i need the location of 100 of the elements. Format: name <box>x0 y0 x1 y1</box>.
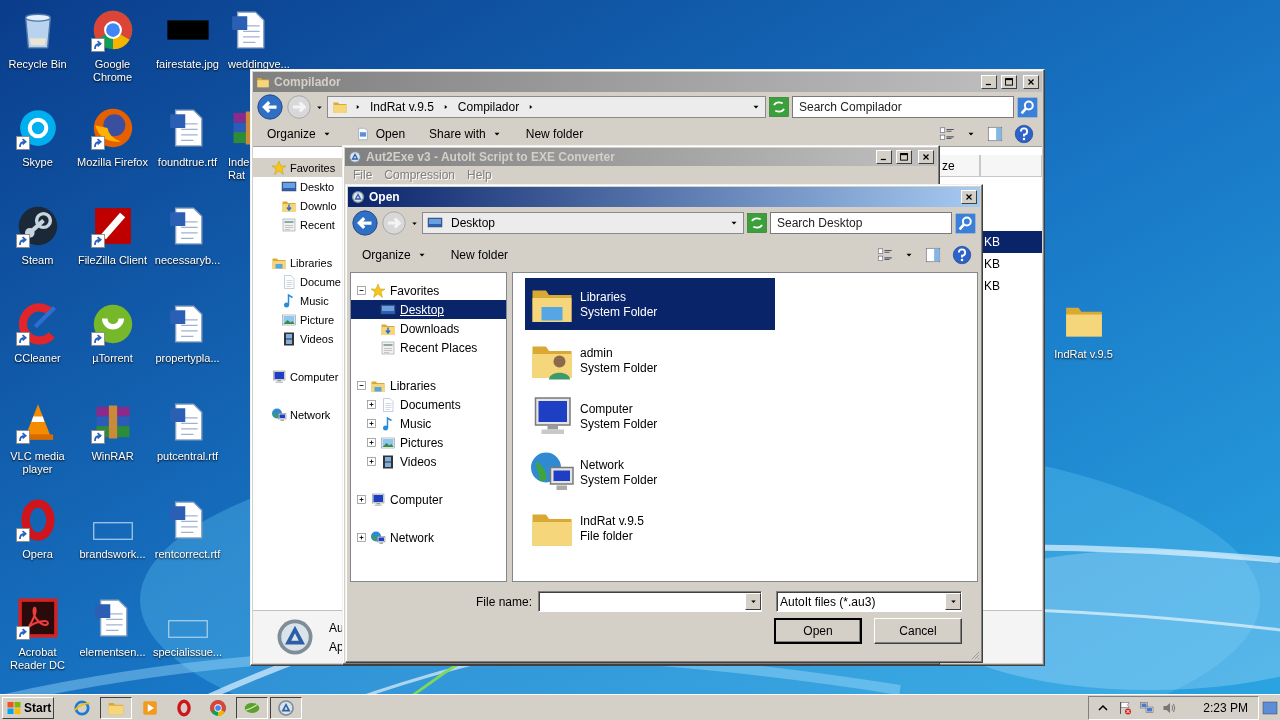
network-icon[interactable] <box>1139 699 1156 716</box>
icon-label: Steam <box>21 254 54 267</box>
expand-icon[interactable] <box>367 457 376 466</box>
icon-label: CCleaner <box>14 352 61 365</box>
arrow-left-icon[interactable] <box>257 94 283 120</box>
toolbar-button[interactable]: Open <box>351 125 410 143</box>
pdf-logo-icon[interactable] <box>15 596 60 640</box>
nav-item[interactable]: Picture <box>253 310 342 329</box>
toolbar-button[interactable]: New folder <box>521 125 588 143</box>
nav-item[interactable]: Recent <box>253 215 342 234</box>
toolbar-button[interactable]: Organize <box>358 245 431 264</box>
tree-item[interactable]: Music <box>351 414 506 433</box>
caret-icon[interactable] <box>948 597 958 606</box>
icon-label: FileZilla Client <box>77 254 148 267</box>
nav-item[interactable]: Favorites <box>253 158 342 177</box>
nav-item[interactable]: Network <box>253 405 342 424</box>
tree-item[interactable]: Libraries <box>351 376 506 395</box>
icon-label: Acrobat Reader DC <box>9 646 66 672</box>
start-button[interactable]: Start <box>2 696 54 719</box>
expand-icon[interactable] <box>367 419 376 428</box>
tree-item[interactable]: Videos <box>351 452 506 471</box>
icon-label: WinRAR <box>91 450 134 463</box>
help-icon[interactable] <box>952 244 972 265</box>
chevron-icon[interactable] <box>354 103 362 111</box>
icon-label: Opera <box>22 548 53 561</box>
search-icon[interactable] <box>955 212 976 234</box>
computer-icon <box>271 368 287 385</box>
tree-item[interactable]: Computer <box>351 490 506 509</box>
dialog-button[interactable]: Cancel <box>874 618 962 644</box>
desktop-monitor-icon <box>380 301 396 318</box>
file-name-field[interactable] <box>538 591 762 612</box>
folder-tile[interactable]: Computer System Folder <box>525 390 775 442</box>
taskbar-button[interactable] <box>236 696 268 719</box>
help-icon[interactable] <box>1014 124 1034 144</box>
collapse-icon[interactable] <box>357 381 366 390</box>
search-field[interactable]: Search Desktop <box>770 212 952 234</box>
tree-item[interactable]: Recent Places <box>351 338 506 357</box>
flag-icon[interactable] <box>1117 699 1134 716</box>
folder-icon <box>256 75 270 89</box>
folder-tile[interactable]: Network System Folder <box>525 446 775 498</box>
preview-pane-icon[interactable] <box>924 245 942 264</box>
icon-label: Inde Rat <box>228 156 250 182</box>
tree-item[interactable]: Favorites <box>351 281 506 300</box>
address-bar[interactable]: Desktop <box>422 212 744 234</box>
view-list-icon[interactable] <box>938 125 956 143</box>
expand-icon[interactable] <box>357 495 366 504</box>
document-icon <box>380 396 396 413</box>
expand-icon[interactable] <box>357 533 366 542</box>
nav-item[interactable]: Music <box>253 291 342 310</box>
breadcrumb[interactable]: IndRat v.9.5 <box>368 100 436 114</box>
refresh-icon[interactable] <box>769 97 789 117</box>
view-list-icon[interactable] <box>876 245 894 264</box>
taskbar-button[interactable] <box>100 696 132 719</box>
dialog-button[interactable]: Open <box>774 618 862 644</box>
arrow-left-icon[interactable] <box>352 210 378 236</box>
address-bar[interactable]: IndRat v.9.5 Compilador <box>327 96 766 118</box>
film-strip-icon <box>380 453 396 470</box>
toolbar-button[interactable]: Organize <box>263 125 336 143</box>
nav-item[interactable]: Downlo <box>253 196 342 215</box>
preview-pane-icon[interactable] <box>986 125 1004 143</box>
window-title: Compilador <box>274 75 342 89</box>
column-header[interactable]: ze <box>938 155 980 177</box>
tree-item[interactable]: Documents <box>351 395 506 414</box>
tree-item[interactable]: Downloads <box>351 319 506 338</box>
icon-label: µTorrent <box>92 352 133 365</box>
tree-item[interactable]: Pictures <box>351 433 506 452</box>
caret-icon[interactable] <box>748 597 758 606</box>
network-globe-icon <box>370 529 386 546</box>
triangle-logo-icon[interactable] <box>277 698 295 717</box>
collapse-icon[interactable] <box>357 286 366 295</box>
recent-places-icon <box>380 339 396 356</box>
computer-icon <box>370 491 386 508</box>
refresh-icon[interactable] <box>747 213 767 233</box>
nav-item[interactable]: Libraries <box>253 253 342 272</box>
file-type-dropdown[interactable]: AutoIt files (*.au3) <box>776 591 962 612</box>
toolbar-button[interactable]: New folder <box>446 245 513 264</box>
breadcrumb[interactable]: Desktop <box>449 216 498 230</box>
nav-item[interactable]: Videos <box>253 329 342 348</box>
folder-tile[interactable]: admin System Folder <box>525 334 775 386</box>
breadcrumb[interactable]: Compilador <box>455 100 522 114</box>
desktop-monitor-icon <box>427 215 443 231</box>
search-icon[interactable] <box>1017 96 1038 118</box>
film-strip-icon <box>281 330 297 347</box>
nav-item[interactable]: Docume <box>253 272 342 291</box>
tree-item[interactable]: Desktop <box>351 300 506 319</box>
folder-tile[interactable]: Libraries System Folder <box>525 278 775 330</box>
search-field[interactable]: Search Compilador <box>792 96 1014 118</box>
show-desktop-icon[interactable] <box>1262 699 1278 716</box>
taskbar-button[interactable] <box>270 696 302 719</box>
toolbar-button[interactable]: Share with <box>425 125 506 143</box>
field-label: File name: <box>475 594 532 609</box>
expand-icon[interactable] <box>367 438 376 447</box>
size-text: KB <box>984 235 1000 249</box>
tree-item[interactable]: Network <box>351 528 506 547</box>
folder-tile[interactable]: IndRat v.9.5 File folder <box>525 502 775 554</box>
clock[interactable]: 2:23 PM <box>1203 700 1248 715</box>
nav-item[interactable]: Computer <box>253 367 342 386</box>
nav-item[interactable]: Deskto <box>253 177 342 196</box>
expand-icon[interactable] <box>367 400 376 409</box>
icon-label: foundtrue.rtf <box>157 156 218 169</box>
